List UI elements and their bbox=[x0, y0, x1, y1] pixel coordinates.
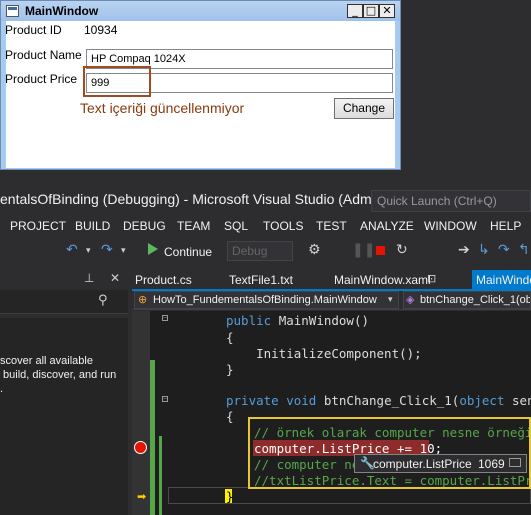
left-panel-search[interactable]: ⚲ bbox=[0, 290, 128, 314]
change-tracking-bar bbox=[150, 360, 155, 515]
stop-debugging-icon[interactable] bbox=[376, 246, 385, 255]
code-line-5: private void btnChange_Click_1(object se… bbox=[226, 393, 531, 408]
menu-sql[interactable]: SQL bbox=[224, 219, 248, 233]
product-price-label: Product Price bbox=[5, 72, 78, 86]
menu-debug[interactable]: DEBUG bbox=[123, 219, 166, 233]
undo-dropdown-icon[interactable]: ▾ bbox=[86, 246, 91, 256]
code-method-name: btnChange_Click_1( bbox=[323, 393, 460, 408]
wpf-client-area bbox=[6, 21, 395, 168]
test-explorer-panel bbox=[0, 318, 128, 515]
wpf-title-bar[interactable]: MainWindow _ □ ✕ bbox=[1, 1, 400, 21]
tab-textfile1-txt[interactable]: TextFile1.txt bbox=[229, 270, 325, 290]
redo-dropdown-icon[interactable]: ▾ bbox=[121, 246, 126, 256]
attach-process-icon[interactable]: ⚙ bbox=[308, 242, 321, 258]
maximize-button[interactable]: □ bbox=[363, 4, 379, 18]
datatip-pin-icon[interactable] bbox=[509, 458, 521, 467]
execution-pointer-icon: ➡ bbox=[137, 490, 147, 503]
code-line-3: InitializeComponent(); bbox=[226, 346, 422, 361]
product-id-label: Product ID bbox=[5, 23, 62, 37]
code-line-11: } bbox=[226, 489, 234, 504]
breakpoint-icon[interactable] bbox=[134, 441, 147, 454]
redo-icon[interactable]: ↷ bbox=[101, 242, 113, 258]
code-line-1: public MainWindow() bbox=[226, 313, 369, 328]
class-navigation-combo[interactable]: HowTo_FundementalsOfBinding.MainWindow bbox=[134, 291, 399, 309]
wpf-window-title: MainWindow bbox=[25, 4, 99, 18]
menu-window[interactable]: WINDOW bbox=[424, 219, 477, 233]
datatip-expression: computer.ListPrice bbox=[373, 457, 472, 471]
minimize-button[interactable]: _ bbox=[347, 4, 363, 18]
member-navigation-combo[interactable]: btnChange_Click_1(obj bbox=[403, 291, 531, 309]
step-over-icon[interactable]: ↷ bbox=[498, 242, 510, 258]
pin-icon[interactable]: ⊥ bbox=[84, 271, 94, 285]
code-line-2: { bbox=[226, 330, 234, 345]
menu-test[interactable]: TEST bbox=[316, 219, 347, 233]
menu-tools[interactable]: TOOLS bbox=[263, 219, 303, 233]
change-button[interactable]: Change bbox=[334, 98, 394, 119]
document-tab-bar: Product.cs TextFile1.txt MainWindow.xaml… bbox=[132, 270, 531, 290]
vs-window-title: entalsOfBinding (Debugging) - Microsoft … bbox=[0, 191, 405, 207]
code-text: MainWindow() bbox=[278, 313, 369, 328]
menu-analyze[interactable]: ANALYZE bbox=[360, 219, 414, 233]
class-combo-chevron-down-icon[interactable]: ▾ bbox=[388, 295, 393, 305]
tab-mainwindow-cs[interactable]: MainWindow bbox=[472, 270, 531, 290]
code-line-4: } bbox=[226, 362, 234, 377]
menu-team[interactable]: TEAM bbox=[177, 219, 210, 233]
menu-build[interactable]: BUILD bbox=[75, 219, 110, 233]
current-line-highlight bbox=[168, 487, 531, 504]
datatip-value[interactable]: 1069 bbox=[478, 457, 505, 471]
solution-config-combo[interactable]: Debug bbox=[227, 241, 293, 261]
class-icon: ⊕ bbox=[138, 293, 148, 306]
menu-help[interactable]: HELP bbox=[490, 219, 521, 233]
change-tracking-bar-secondary bbox=[159, 436, 162, 515]
code-keyword-private: private bbox=[226, 393, 287, 408]
close-button[interactable]: ✕ bbox=[379, 4, 395, 18]
member-combo-label: btnChange_Click_1(obj bbox=[420, 294, 531, 306]
menu-bar: PROJECT BUILD DEBUG TEAM SQL TOOLS TEST … bbox=[0, 216, 531, 238]
code-keyword-object: object bbox=[459, 393, 513, 408]
continue-button[interactable]: Continue bbox=[164, 245, 212, 259]
close-panel-icon[interactable]: ✕ bbox=[110, 271, 120, 285]
left-panel-header: ⊥ ✕ bbox=[0, 270, 128, 290]
menu-project[interactable]: PROJECT bbox=[10, 219, 66, 233]
indicator-margin[interactable] bbox=[132, 311, 150, 515]
class-combo-label: HowTo_FundementalsOfBinding.MainWindow bbox=[153, 294, 377, 306]
product-name-label: Product Name bbox=[5, 48, 82, 62]
tab-pin-icon[interactable]: ⊡ bbox=[427, 272, 436, 285]
collapse-icon[interactable]: − bbox=[162, 315, 168, 322]
tab-product-cs[interactable]: Product.cs bbox=[135, 270, 225, 290]
show-next-statement-icon[interactable]: ➔ bbox=[458, 242, 470, 258]
search-icon[interactable]: ⚲ bbox=[98, 293, 108, 308]
collapse-icon-2[interactable]: − bbox=[162, 396, 168, 403]
step-into-icon[interactable]: ↳ bbox=[478, 242, 490, 258]
code-line-6: { bbox=[226, 409, 234, 424]
product-id-value: 10934 bbox=[84, 23, 118, 37]
annotation-note: Text içeriği güncellenmiyor bbox=[80, 100, 245, 116]
quick-launch-input[interactable]: Quick Launch (Ctrl+Q) bbox=[371, 190, 531, 212]
highlight-annotation-box bbox=[248, 417, 531, 489]
restart-icon[interactable]: ↻ bbox=[396, 242, 408, 258]
code-keyword-void: void bbox=[286, 393, 324, 408]
tab-mainwindow-xaml[interactable]: MainWindow.xaml bbox=[334, 270, 434, 290]
step-out-icon[interactable]: ↰ bbox=[518, 242, 530, 258]
price-highlight-box bbox=[83, 66, 151, 97]
method-icon: ◈ bbox=[406, 293, 415, 306]
code-param: sender bbox=[512, 393, 531, 408]
window-app-icon bbox=[6, 5, 19, 17]
undo-icon[interactable]: ↶ bbox=[66, 242, 78, 258]
left-panel-text: scover all available build, discover, an… bbox=[0, 355, 117, 395]
pause-icon[interactable]: ❚❚ bbox=[352, 242, 375, 258]
code-keyword: public bbox=[226, 313, 279, 328]
continue-play-icon[interactable] bbox=[148, 243, 158, 255]
